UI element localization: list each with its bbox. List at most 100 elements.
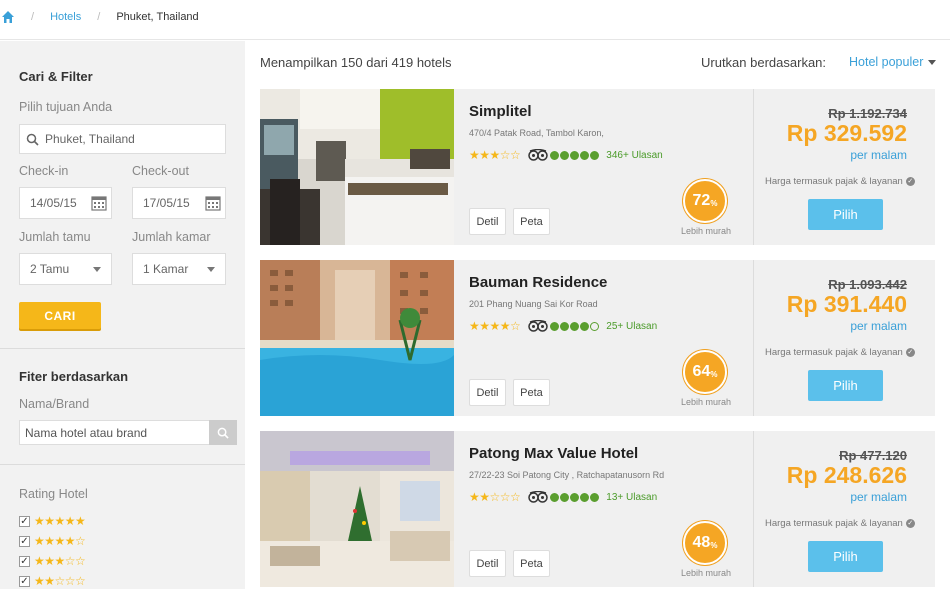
check-circle-icon: ✓	[905, 348, 915, 357]
hotel-info: Simplitel 470/4 Patak Road, Tambol Karon…	[469, 89, 754, 245]
filter-sidebar: Cari & Filter Pilih tujuan Anda Phuket, …	[0, 41, 245, 589]
review-count[interactable]: 13+ Ulasan	[606, 492, 657, 503]
discount-value: 64	[692, 363, 711, 380]
rating-filter-5[interactable]: ✓ ★★★★★	[19, 514, 86, 528]
discount-unit: %	[710, 369, 718, 379]
checkbox-checked[interactable]: ✓	[19, 535, 30, 547]
star-rating: ★★★☆☆	[469, 148, 521, 162]
discount-badge: 48%	[683, 521, 727, 565]
checkout-date-input[interactable]: 17/05/15	[132, 187, 226, 219]
hotel-rating: ★★★☆☆ 346+ Ulasan	[469, 148, 663, 162]
rating-filter-4[interactable]: ✓ ★★★★☆	[19, 534, 86, 548]
check-circle-icon: ✓	[905, 519, 915, 528]
breadcrumb-hotels-link[interactable]: Hotels	[50, 11, 81, 23]
sort-value: Hotel populer	[849, 55, 924, 69]
star-rating: ★★★★★	[34, 514, 86, 528]
home-icon[interactable]	[1, 10, 15, 24]
destination-label: Pilih tujuan Anda	[19, 100, 113, 114]
hotel-photo[interactable]	[260, 89, 454, 245]
search-icon	[217, 427, 229, 439]
rating-filter-2[interactable]: ✓ ★★☆☆☆	[19, 574, 86, 588]
divider	[0, 464, 245, 465]
tax-note-text: Harga termasuk pajak & layanan	[765, 347, 903, 358]
tax-note: Harga termasuk pajak & layanan ✓	[765, 518, 915, 529]
brand-search-input[interactable]: Nama hotel atau brand	[19, 420, 210, 445]
hotel-name[interactable]: Patong Max Value Hotel	[469, 445, 638, 462]
map-button[interactable]: Peta	[513, 379, 550, 406]
hotel-card: Bauman Residence 201 Phang Nuang Sai Kor…	[260, 260, 935, 416]
hotel-name[interactable]: Simplitel	[469, 103, 532, 120]
breadcrumb-separator: /	[31, 10, 35, 23]
brand-search-button[interactable]	[209, 420, 237, 445]
tripadvisor-owl-icon	[528, 320, 549, 332]
star-rating: ★★★★☆	[469, 319, 521, 333]
tripadvisor-rating-dots	[550, 150, 600, 160]
guests-value: 2 Tamu	[30, 262, 70, 276]
tripadvisor-owl-icon	[528, 149, 549, 161]
per-night-label: per malam	[850, 490, 907, 504]
discount-badge: 64%	[683, 350, 727, 394]
sort-dropdown[interactable]: Hotel populer	[849, 55, 937, 69]
discounted-price: Rp 391.440	[786, 291, 907, 317]
rooms-select[interactable]: 1 Kamar	[132, 253, 226, 285]
rating-filter-3[interactable]: ✓ ★★★☆☆	[19, 554, 86, 568]
hotel-address: 201 Phang Nuang Sai Kor Road	[469, 299, 598, 309]
detail-button[interactable]: Detil	[469, 550, 506, 577]
destination-value: Phuket, Thailand	[45, 132, 135, 146]
check-circle-icon: ✓	[905, 177, 915, 186]
checkout-value: 17/05/15	[143, 196, 190, 210]
checkin-label: Check-in	[19, 164, 69, 178]
hotel-card: Patong Max Value Hotel 27/22-23 Soi Pato…	[260, 431, 935, 587]
calendar-icon[interactable]	[91, 195, 107, 211]
discounted-price: Rp 248.626	[786, 462, 907, 488]
search-filter-title: Cari & Filter	[19, 69, 93, 84]
search-button[interactable]: CARI	[19, 302, 101, 329]
checkin-date-input[interactable]: 14/05/15	[19, 187, 112, 219]
breadcrumb-separator: /	[97, 10, 101, 23]
checkbox-checked[interactable]: ✓	[19, 515, 30, 527]
hotel-photo[interactable]	[260, 260, 454, 416]
select-button[interactable]: Pilih	[808, 370, 883, 401]
rooms-label: Jumlah kamar	[132, 230, 211, 244]
calendar-icon[interactable]	[205, 195, 221, 211]
destination-input[interactable]: Phuket, Thailand	[19, 124, 226, 154]
tax-note-text: Harga termasuk pajak & layanan	[765, 176, 903, 187]
chevron-down-icon	[207, 266, 215, 272]
hotel-card: Simplitel 470/4 Patak Road, Tambol Karon…	[260, 89, 935, 245]
guests-select[interactable]: 2 Tamu	[19, 253, 112, 285]
detail-button[interactable]: Detil	[469, 379, 506, 406]
discount-badge: 72%	[683, 179, 727, 223]
discount-unit: %	[710, 540, 718, 550]
filter-title: Fiter berdasarkan	[19, 369, 129, 384]
hotel-rating: ★★★★☆ 25+ Ulasan	[469, 319, 657, 333]
discount-value: 48	[692, 534, 711, 551]
brand-label: Nama/Brand	[19, 397, 90, 411]
tax-note-text: Harga termasuk pajak & layanan	[765, 518, 903, 529]
select-button[interactable]: Pilih	[808, 199, 883, 230]
map-button[interactable]: Peta	[513, 550, 550, 577]
select-button[interactable]: Pilih	[808, 541, 883, 572]
checkout-label: Check-out	[132, 164, 189, 178]
hotel-address: 470/4 Patak Road, Tambol Karon,	[469, 128, 604, 138]
price-panel: Rp 1.093.442 Rp 391.440 per malam Harga …	[754, 260, 935, 416]
review-count[interactable]: 25+ Ulasan	[606, 321, 657, 332]
star-rating: ★★★☆☆	[34, 554, 86, 568]
hotel-rating: ★★☆☆☆ 13+ Ulasan	[469, 490, 657, 504]
tripadvisor-owl-icon	[528, 491, 549, 503]
divider	[0, 348, 245, 349]
per-night-label: per malam	[850, 148, 907, 162]
hotel-name[interactable]: Bauman Residence	[469, 274, 607, 291]
review-count[interactable]: 346+ Ulasan	[606, 150, 662, 161]
map-button[interactable]: Peta	[513, 208, 550, 235]
checkbox-checked[interactable]: ✓	[19, 575, 30, 587]
tax-note: Harga termasuk pajak & layanan ✓	[765, 347, 915, 358]
discount-value: 72	[692, 192, 711, 209]
chevron-down-icon	[928, 59, 937, 65]
price-panel: Rp 1.192.734 Rp 329.592 per malam Harga …	[754, 89, 935, 245]
detail-button[interactable]: Detil	[469, 208, 506, 235]
original-price: Rp 1.093.442	[828, 277, 907, 292]
checkbox-checked[interactable]: ✓	[19, 555, 30, 567]
hotel-photo[interactable]	[260, 431, 454, 587]
rating-title: Rating Hotel	[19, 487, 88, 501]
price-panel: Rp 477.120 Rp 248.626 per malam Harga te…	[754, 431, 935, 587]
